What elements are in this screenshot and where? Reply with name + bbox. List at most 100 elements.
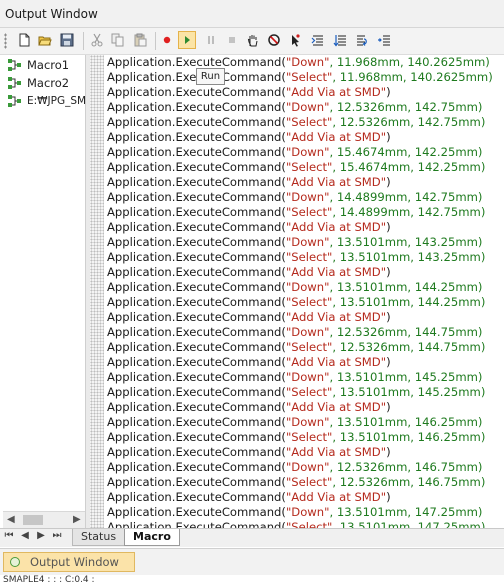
pause-icon[interactable] bbox=[202, 31, 220, 49]
command-text: Application.ExecuteCommand( bbox=[107, 85, 286, 99]
command-string: "Select" bbox=[285, 115, 333, 129]
open-icon[interactable] bbox=[36, 31, 54, 49]
output-window-icon bbox=[10, 557, 20, 567]
command-args: , 13.5101mm, 144.25mm) bbox=[332, 295, 486, 309]
output-line: Application.ExecuteCommand("Select", 14.… bbox=[107, 205, 504, 220]
step-out-icon[interactable] bbox=[353, 31, 371, 49]
command-text: Application.ExecuteCommand( bbox=[107, 445, 286, 459]
command-args: , 13.5101mm, 147.25mm) bbox=[329, 505, 483, 519]
run-icon[interactable] bbox=[178, 31, 196, 49]
command-text: Application.ExecuteCommand( bbox=[107, 475, 286, 489]
command-text: Application.ExecuteCommand( bbox=[107, 295, 286, 309]
output-lines: Application.ExecuteCommand("Down", 11.96… bbox=[107, 55, 504, 528]
new-icon[interactable] bbox=[15, 31, 33, 49]
output-line: Application.ExecuteCommand("Add Via at S… bbox=[107, 400, 504, 415]
output-line: Application.ExecuteCommand("Select", 13.… bbox=[107, 385, 504, 400]
output-line: Application.ExecuteCommand("Down", 15.46… bbox=[107, 145, 504, 160]
command-text: Application.ExecuteCommand( bbox=[107, 430, 286, 444]
macro-item[interactable]: E:₩JPG_SM bbox=[7, 92, 86, 110]
command-string: "Add Via at SMD" bbox=[285, 355, 387, 369]
output-line: Application.ExecuteCommand("Add Via at S… bbox=[107, 175, 504, 190]
command-text: ) bbox=[386, 310, 391, 324]
command-string: "Select" bbox=[285, 250, 333, 264]
command-string: "Add Via at SMD" bbox=[285, 85, 387, 99]
macro-item-label: Macro1 bbox=[27, 58, 70, 72]
cut-icon[interactable] bbox=[88, 31, 106, 49]
command-args: , 14.4899mm, 142.75mm) bbox=[329, 190, 483, 204]
command-args: , 13.5101mm, 146.25mm) bbox=[329, 415, 483, 429]
command-text: Application.ExecuteCommand( bbox=[107, 370, 286, 384]
command-string: "Down" bbox=[285, 460, 330, 474]
command-text: Application.ExecuteCommand( bbox=[107, 340, 286, 354]
macro-icon bbox=[8, 59, 21, 71]
command-text: Application.ExecuteCommand( bbox=[107, 490, 286, 504]
toolbar-grip[interactable] bbox=[4, 33, 7, 49]
command-text: Application.ExecuteCommand( bbox=[107, 250, 286, 264]
next-tab-icon[interactable]: ▶ bbox=[34, 530, 48, 541]
command-text: Application.ExecuteCommand( bbox=[107, 130, 286, 144]
output-panel[interactable]: Application.ExecuteCommand("Down", 11.96… bbox=[90, 55, 504, 528]
stop-icon[interactable] bbox=[223, 31, 241, 49]
bottom-panel-bar: Output Window bbox=[0, 548, 504, 575]
prev-tab-icon[interactable]: ◀ bbox=[18, 530, 32, 541]
command-text: ) bbox=[386, 355, 391, 369]
command-args: , 12.5326mm, 142.75mm) bbox=[332, 115, 486, 129]
command-text: Application.ExecuteCommand( bbox=[107, 265, 286, 279]
command-text: Application.ExecuteCommand( bbox=[107, 175, 286, 189]
command-text: Application.ExecuteCommand( bbox=[107, 160, 286, 174]
paste-icon[interactable] bbox=[131, 31, 149, 49]
command-args: , 12.5326mm, 142.75mm) bbox=[329, 100, 483, 114]
macro-item[interactable]: Macro2 bbox=[7, 74, 69, 92]
command-string: "Add Via at SMD" bbox=[285, 310, 387, 324]
output-line: Application.ExecuteCommand("Select", 13.… bbox=[107, 250, 504, 265]
command-string: "Down" bbox=[285, 505, 330, 519]
no-icon[interactable] bbox=[265, 31, 283, 49]
command-string: "Add Via at SMD" bbox=[285, 130, 387, 144]
macro-item-label: Macro2 bbox=[27, 76, 70, 90]
command-args: , 11.968mm, 140.2625mm) bbox=[332, 70, 493, 84]
pointer-icon[interactable] bbox=[286, 31, 304, 49]
macro-list-scrollbar[interactable]: ◀ ▶ bbox=[3, 511, 85, 528]
command-args: , 13.5101mm, 144.25mm) bbox=[329, 280, 483, 294]
hand-icon[interactable] bbox=[244, 31, 262, 49]
output-line: Application.ExecuteCommand("Down", 13.51… bbox=[107, 505, 504, 520]
command-args: , 12.5326mm, 146.75mm) bbox=[332, 475, 486, 489]
scroll-left-arrow-icon[interactable]: ◀ bbox=[7, 514, 15, 525]
last-tab-icon[interactable]: ⏭ bbox=[50, 530, 64, 541]
run-tooltip: Run bbox=[196, 68, 225, 85]
command-text: Application.ExecuteCommand( bbox=[107, 205, 286, 219]
command-string: "Add Via at SMD" bbox=[285, 265, 387, 279]
output-line: Application.ExecuteCommand("Add Via at S… bbox=[107, 355, 504, 370]
tab-status[interactable]: Status bbox=[72, 529, 126, 546]
output-line: Application.ExecuteCommand("Add Via at S… bbox=[107, 490, 504, 505]
step-over-icon[interactable] bbox=[331, 31, 349, 49]
output-line: Application.ExecuteCommand("Add Via at S… bbox=[107, 85, 504, 100]
command-string: "Down" bbox=[285, 415, 330, 429]
command-args: , 12.5326mm, 144.75mm) bbox=[332, 340, 486, 354]
output-line: Application.ExecuteCommand("Down", 14.48… bbox=[107, 190, 504, 205]
command-args: , 13.5101mm, 145.25mm) bbox=[329, 370, 483, 384]
command-args: , 14.4899mm, 142.75mm) bbox=[332, 205, 486, 219]
command-text: ) bbox=[386, 130, 391, 144]
command-args: , 13.5101mm, 145.25mm) bbox=[332, 385, 486, 399]
output-line: Application.ExecuteCommand("Down", 13.51… bbox=[107, 235, 504, 250]
output-window-tab[interactable]: Output Window bbox=[3, 552, 135, 572]
first-tab-icon[interactable]: ⏮ bbox=[2, 530, 16, 541]
indent-icon[interactable] bbox=[375, 31, 393, 49]
copy-icon[interactable] bbox=[109, 31, 127, 49]
command-string: "Select" bbox=[285, 430, 333, 444]
output-gutter bbox=[90, 55, 104, 528]
output-line: Application.ExecuteCommand("Down", 12.53… bbox=[107, 325, 504, 340]
output-line: Application.ExecuteCommand("Add Via at S… bbox=[107, 130, 504, 145]
scroll-thumb[interactable] bbox=[23, 515, 43, 525]
command-text: Application.ExecuteCommand( bbox=[107, 145, 286, 159]
save-icon[interactable] bbox=[58, 31, 76, 49]
step-into-icon[interactable] bbox=[309, 31, 327, 49]
command-text: Application.ExecuteCommand( bbox=[107, 220, 286, 234]
tab-macro[interactable]: Macro bbox=[124, 529, 180, 546]
scroll-right-arrow-icon[interactable]: ▶ bbox=[73, 514, 81, 525]
output-line: Application.ExecuteCommand("Select", 15.… bbox=[107, 160, 504, 175]
command-string: "Add Via at SMD" bbox=[285, 445, 387, 459]
record-icon[interactable] bbox=[158, 31, 176, 49]
macro-item[interactable]: Macro1 bbox=[7, 56, 69, 74]
